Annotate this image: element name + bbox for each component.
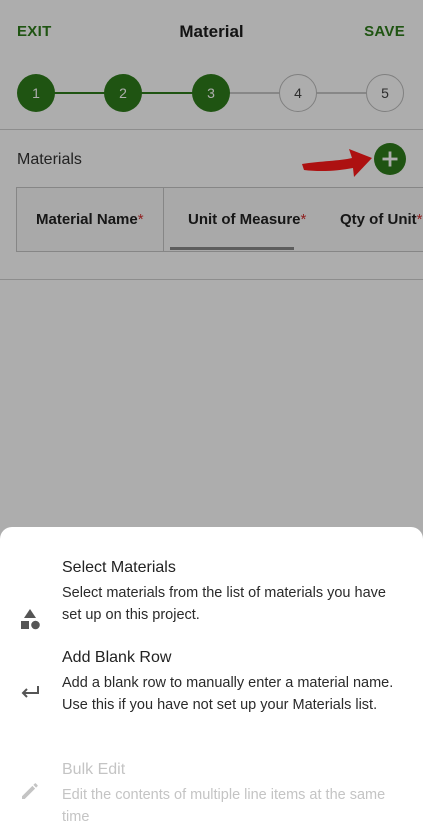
option-description: Add a blank row to manually enter a mate…: [62, 675, 394, 713]
add-options-bottom-sheet: Select Materials Select materials from t…: [0, 527, 423, 833]
option-title: Bulk Edit: [62, 761, 126, 778]
option-title: Add Blank Row: [62, 649, 172, 666]
option-title: Select Materials: [62, 559, 176, 576]
shapes-icon: [21, 609, 40, 630]
option-description: Select materials from the list of materi…: [62, 585, 386, 623]
option-description: Edit the contents of multiple line items…: [62, 787, 386, 825]
return-arrow-icon: [21, 686, 39, 698]
pencil-icon: [22, 783, 38, 799]
